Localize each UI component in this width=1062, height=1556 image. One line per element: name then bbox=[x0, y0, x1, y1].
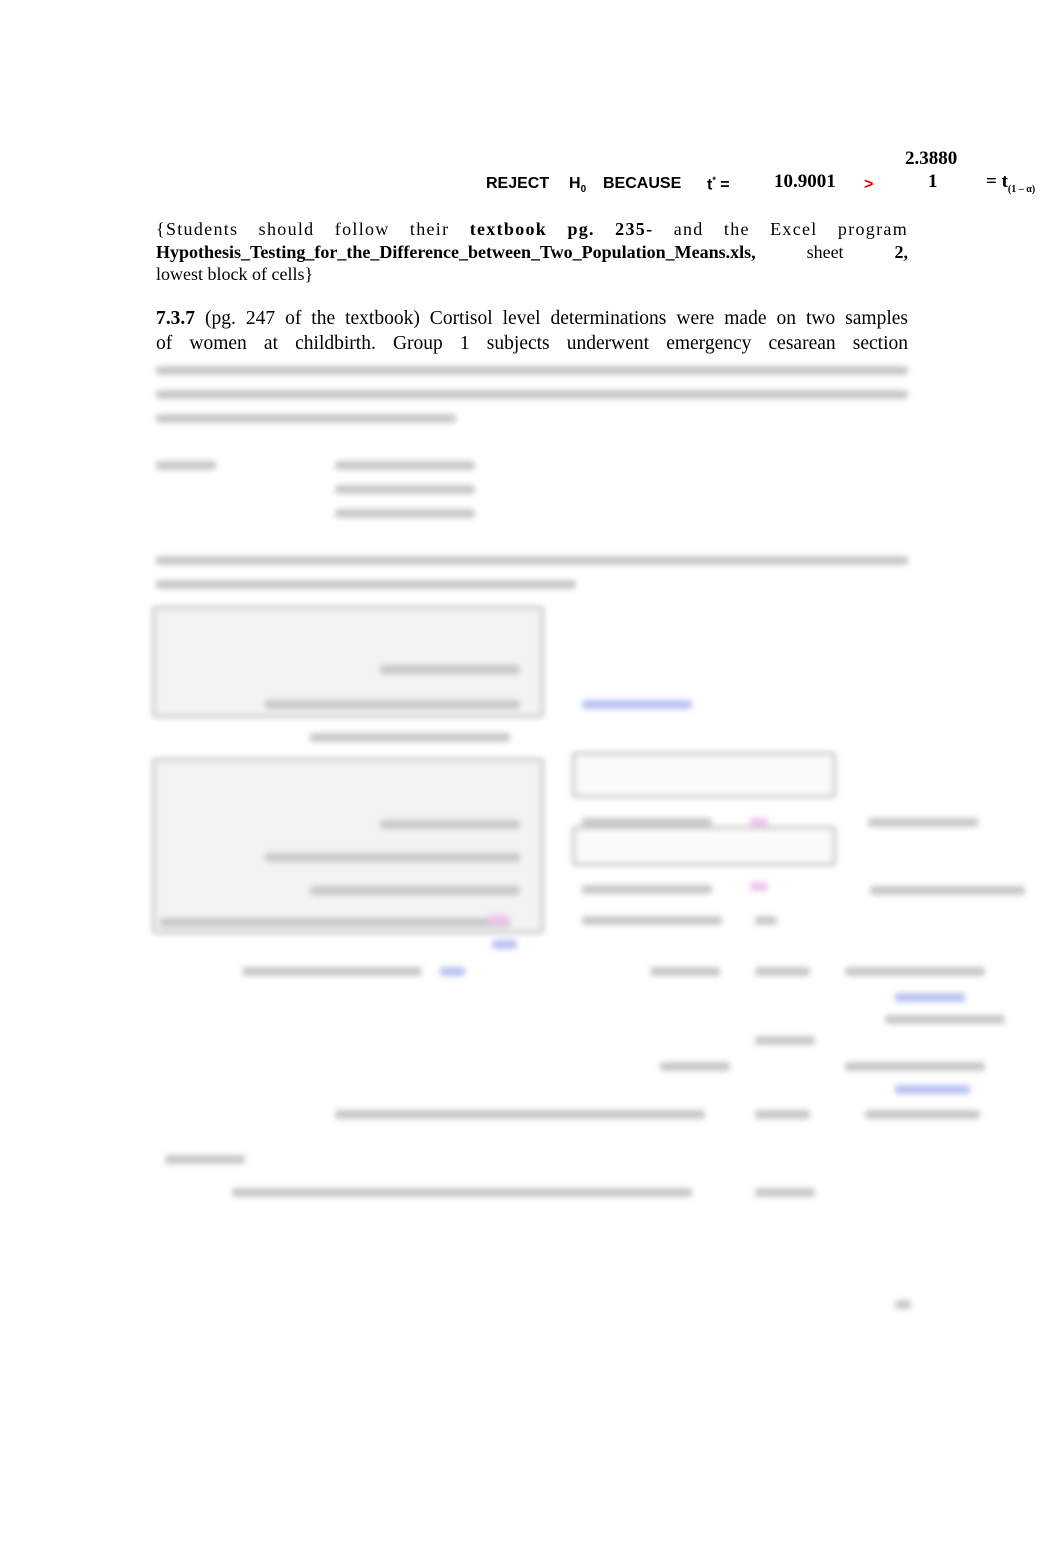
blurred-content bbox=[0, 0, 1062, 1556]
